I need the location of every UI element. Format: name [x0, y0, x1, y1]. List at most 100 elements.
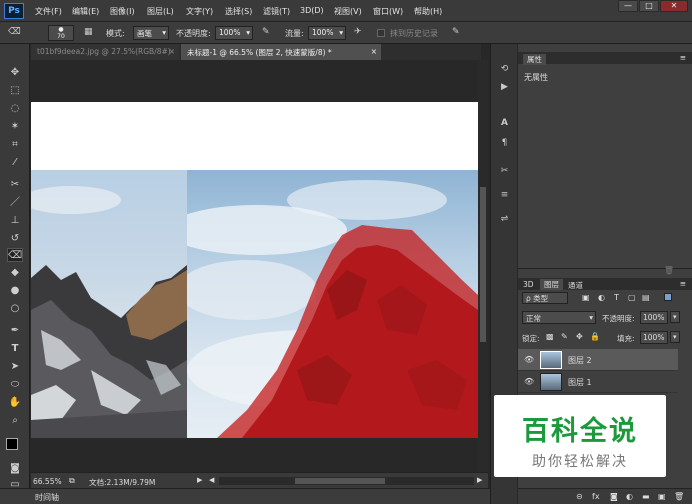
- foreground-color-swatch[interactable]: [6, 438, 18, 450]
- lasso-tool-icon[interactable]: ◌: [7, 102, 23, 116]
- filter-smart-icon[interactable]: ▤: [642, 293, 650, 302]
- lock-transparency-icon[interactable]: ▩: [546, 332, 554, 341]
- marquee-tool-icon[interactable]: ⬚: [7, 84, 23, 98]
- scroll-right-icon[interactable]: ▶: [477, 476, 482, 484]
- panel-menu-icon[interactable]: ≡: [680, 279, 686, 288]
- fill-dropdown-icon[interactable]: ▾: [670, 331, 680, 343]
- menu-edit[interactable]: 编辑(E): [72, 6, 99, 17]
- visibility-eye-icon[interactable]: 👁: [524, 355, 534, 364]
- brush-panel-icon[interactable]: ▦: [84, 27, 93, 37]
- scroll-left-icon[interactable]: ◀: [209, 476, 214, 484]
- adjustment-layer-icon[interactable]: ◐: [626, 492, 633, 501]
- minimize-button[interactable]: —: [618, 0, 638, 12]
- history-brush-icon[interactable]: ↺: [7, 232, 23, 246]
- healing-brush-icon[interactable]: ✂: [7, 178, 23, 192]
- pressure-size-icon[interactable]: ✎: [452, 27, 460, 37]
- tab-close-icon[interactable]: ×: [169, 47, 175, 56]
- brush-tool-icon[interactable]: ／: [7, 196, 23, 210]
- close-button[interactable]: ✕: [660, 0, 688, 12]
- tab-channels[interactable]: 通道: [568, 280, 583, 291]
- tool-presets-icon[interactable]: ✂: [497, 166, 512, 178]
- menu-window[interactable]: 窗口(W): [373, 6, 403, 17]
- pen-tool-icon[interactable]: ✒: [7, 324, 23, 338]
- layer-style-icon[interactable]: fx: [592, 492, 600, 501]
- fill-input[interactable]: 100%: [640, 331, 668, 344]
- mode-select[interactable]: 画笔 ▾: [133, 26, 169, 40]
- layer-row[interactable]: 👁 图层 2: [518, 349, 678, 371]
- menu-image[interactable]: 图像(I): [110, 6, 135, 17]
- tab-3d[interactable]: 3D: [523, 280, 534, 289]
- restore-button[interactable]: □: [639, 0, 659, 12]
- horizontal-scrollbar-thumb[interactable]: [295, 478, 385, 484]
- horizontal-scrollbar[interactable]: [219, 477, 474, 485]
- layer-name[interactable]: 图层 1: [568, 377, 592, 388]
- menu-filter[interactable]: 滤镜(T): [263, 6, 290, 17]
- eraser-tool-icon[interactable]: ⌫: [8, 27, 21, 37]
- flow-input[interactable]: 100% ▾: [308, 26, 346, 40]
- mountain-image-right[interactable]: [187, 170, 478, 438]
- tab-untitled-document[interactable]: 未标题-1 @ 66.5% (图层 2, 快速蒙版/8) * ×: [181, 44, 381, 60]
- paint-bucket-icon[interactable]: ◆: [7, 266, 23, 280]
- menu-help[interactable]: 帮助(H): [414, 6, 442, 17]
- tab-close-icon[interactable]: ×: [371, 47, 377, 56]
- opacity-dropdown-icon[interactable]: ▾: [670, 311, 680, 323]
- menu-view[interactable]: 视图(V): [334, 6, 362, 17]
- dodge-tool-icon[interactable]: ○: [7, 302, 23, 316]
- lock-position-icon[interactable]: ✥: [576, 332, 583, 341]
- filter-pixel-icon[interactable]: ▣: [582, 293, 590, 302]
- document-canvas-top[interactable]: [31, 102, 478, 170]
- path-select-icon[interactable]: ➤: [7, 360, 23, 374]
- eraser-tool-icon[interactable]: ⌫: [7, 248, 23, 262]
- zoom-level[interactable]: 66.55%: [33, 477, 62, 486]
- layer-filter-select[interactable]: ρ 类型: [522, 292, 568, 304]
- move-tool-icon[interactable]: ✥: [7, 66, 23, 80]
- link-layers-icon[interactable]: ⊝: [576, 492, 583, 501]
- tab-jpg-document[interactable]: t01bf9deea2.jpg @ 27.5%(RGB/8#) ×: [31, 44, 179, 60]
- brush-preset-picker[interactable]: ● 70: [48, 25, 74, 41]
- panel-menu-icon[interactable]: ≡: [680, 53, 686, 62]
- visibility-eye-icon[interactable]: 👁: [524, 377, 534, 386]
- layer-name[interactable]: 图层 2: [568, 355, 592, 366]
- new-layer-icon[interactable]: ▣: [658, 492, 666, 501]
- type-tool-icon[interactable]: T: [7, 342, 23, 356]
- timeline-label[interactable]: 时间轴: [35, 492, 59, 503]
- properties-tab[interactable]: 属性: [523, 54, 546, 65]
- mountain-image-left[interactable]: [31, 170, 187, 438]
- menu-type[interactable]: 文字(Y): [186, 6, 213, 17]
- filter-adjust-icon[interactable]: ◐: [598, 293, 605, 302]
- layer-row[interactable]: 👁 图层 1: [518, 371, 678, 393]
- opacity-input[interactable]: 100% ▾: [215, 26, 253, 40]
- pressure-opacity-icon[interactable]: ✎: [262, 27, 270, 37]
- hand-tool-icon[interactable]: ✋: [7, 396, 23, 410]
- delete-layer-icon[interactable]: 🗑: [674, 492, 684, 501]
- status-share-icon[interactable]: ⧉: [69, 476, 75, 486]
- lock-all-icon[interactable]: 🔒: [590, 332, 600, 341]
- tab-layers[interactable]: 图层: [540, 279, 563, 290]
- paragraph-panel-icon[interactable]: ¶: [497, 138, 512, 150]
- airbrush-icon[interactable]: ✈: [354, 27, 362, 37]
- actions-panel-icon[interactable]: ▶: [497, 82, 512, 94]
- brush-presets-icon[interactable]: ≡: [497, 190, 512, 202]
- ellipse-tool-icon[interactable]: ⬭: [7, 378, 23, 392]
- menu-layer[interactable]: 图层(L): [147, 6, 174, 17]
- menu-3d[interactable]: 3D(D): [300, 6, 324, 15]
- magic-wand-icon[interactable]: ✶: [7, 120, 23, 134]
- filter-type-icon[interactable]: T: [614, 293, 619, 302]
- character-panel-icon[interactable]: A: [497, 118, 512, 130]
- blend-mode-select[interactable]: 正常 ▾: [522, 311, 596, 324]
- history-checkbox[interactable]: [377, 29, 385, 37]
- menu-select[interactable]: 选择(S): [225, 6, 252, 17]
- vertical-scrollbar-thumb[interactable]: [480, 187, 486, 342]
- timeline-bar[interactable]: 时间轴: [0, 488, 490, 504]
- eyedropper-icon[interactable]: ⁄: [7, 156, 23, 170]
- lock-pixels-icon[interactable]: ✎: [561, 332, 568, 341]
- quick-mask-icon[interactable]: ◙: [7, 462, 23, 476]
- delete-icon[interactable]: 🗑: [664, 266, 674, 275]
- blur-tool-icon[interactable]: ●: [7, 284, 23, 298]
- status-menu-arrow-icon[interactable]: ▶: [197, 476, 202, 484]
- history-panel-icon[interactable]: ⟲: [497, 64, 512, 76]
- zoom-tool-icon[interactable]: ⌕: [7, 414, 23, 428]
- adjustments-icon[interactable]: ⇌: [497, 214, 512, 226]
- layer-mask-icon[interactable]: ◙: [610, 492, 618, 501]
- layer-opacity-input[interactable]: 100%: [640, 311, 668, 324]
